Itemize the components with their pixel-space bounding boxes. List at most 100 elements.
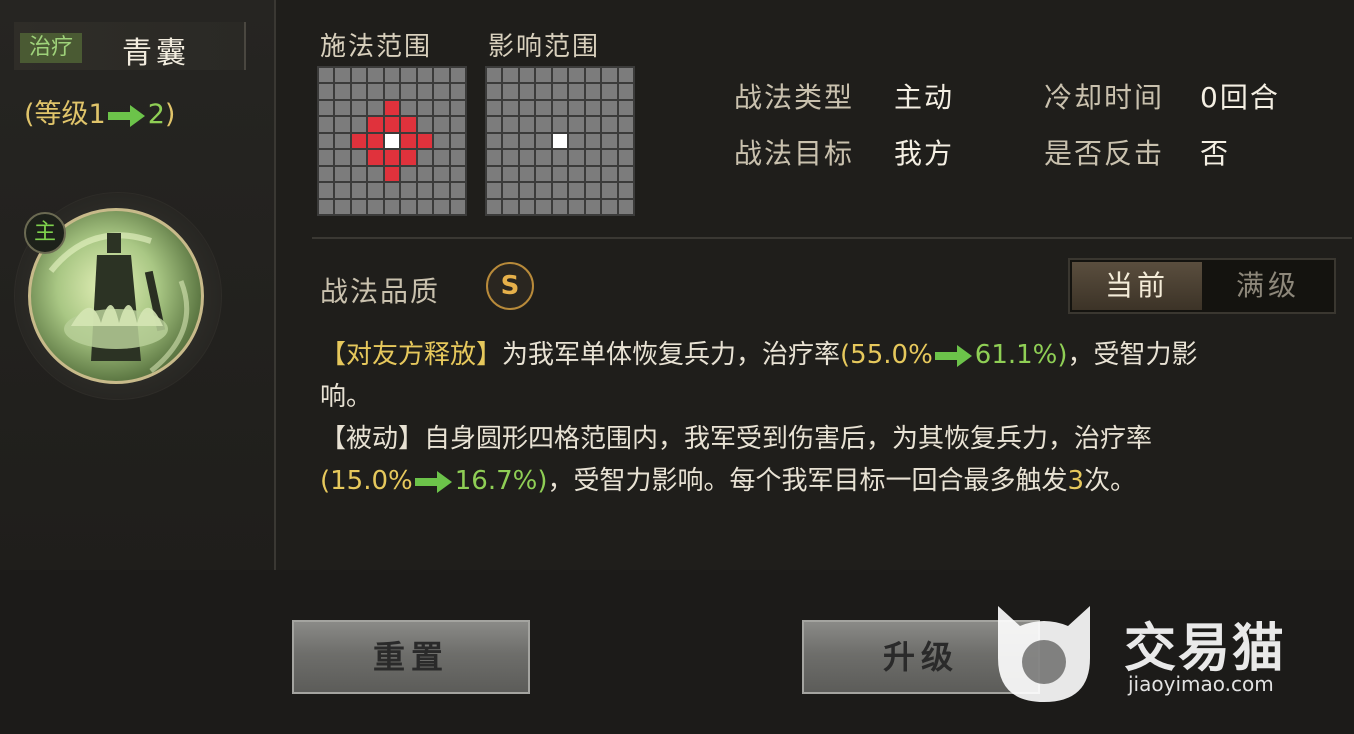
grid-cell (450, 133, 465, 149)
cooldown-value: 0回合 (1200, 81, 1280, 114)
desc-rate-to: 16.7%) (454, 466, 548, 496)
grid-cell (384, 183, 400, 198)
grid-cell (519, 133, 535, 149)
grid-cell (503, 84, 518, 99)
grid-cell (602, 166, 617, 182)
grid-cell (368, 133, 383, 149)
grid-cell (351, 117, 367, 132)
grid-cell (319, 133, 334, 149)
grid-cell (401, 150, 416, 165)
grid-cell (319, 68, 334, 83)
cast-range-grid (317, 66, 467, 216)
grid-cell (319, 166, 334, 182)
grid-cell (384, 84, 400, 99)
desc-rate-from: (55.0% (840, 340, 933, 370)
grid-cell (335, 117, 350, 132)
target-label: 战法目标 (734, 137, 855, 170)
grid-cell (384, 117, 400, 132)
grid-cell (552, 166, 568, 182)
tab-max-level[interactable]: 满级 (1204, 262, 1332, 310)
grid-cell (384, 150, 400, 165)
grid-cell (417, 68, 433, 83)
grid-cell (519, 199, 535, 214)
desc-tag-ally: 【对友方释放】 (320, 340, 503, 370)
grid-cell (335, 68, 350, 83)
grid-cell (434, 166, 449, 182)
desc-rate-from: (15.0% (320, 466, 413, 496)
grid-cell (569, 133, 584, 149)
grid-cell (450, 117, 465, 132)
grid-cell (487, 84, 502, 99)
target-value: 我方 (894, 137, 955, 170)
grid-cell (368, 166, 383, 182)
grid-cell (319, 117, 334, 132)
grid-cell (536, 100, 551, 116)
grid-cell (417, 166, 433, 182)
desc-text: 次。 (1084, 466, 1137, 496)
quality-label: 战法品质 (320, 275, 441, 308)
counter-value: 否 (1200, 137, 1231, 170)
grid-cell (602, 183, 617, 198)
grid-cell (487, 183, 502, 198)
grid-cell (569, 100, 584, 116)
grid-cell (503, 68, 518, 83)
grid-cell (552, 84, 568, 99)
reset-button[interactable]: 重置 (292, 620, 530, 694)
grid-cell (503, 199, 518, 214)
grid-cell (450, 84, 465, 99)
grid-cell (450, 150, 465, 165)
tab-current[interactable]: 当前 (1072, 262, 1202, 310)
grid-cell (618, 68, 633, 83)
grid-cell (618, 166, 633, 182)
grid-cell (503, 150, 518, 165)
grid-cell (602, 84, 617, 99)
grid-cell (368, 68, 383, 83)
grid-cell (368, 100, 383, 116)
grid-cell (519, 68, 535, 83)
grid-cell (434, 84, 449, 99)
grid-cell (487, 68, 502, 83)
grid-cell (503, 133, 518, 149)
grid-cell (351, 183, 367, 198)
desc-text: 【被动】自身圆形四格范围内，我军受到伤害后，为其恢复兵力，治疗率 (320, 424, 1153, 454)
grid-cell (434, 183, 449, 198)
grid-cell (368, 117, 383, 132)
role-badge: 主 (24, 212, 66, 254)
skill-name: 青囊 (122, 36, 190, 71)
grid-cell (335, 150, 350, 165)
grid-cell (536, 166, 551, 182)
watermark-brand: 交易猫 (1124, 619, 1287, 679)
grid-cell (585, 84, 601, 99)
grid-cell (434, 117, 449, 132)
grid-cell (487, 133, 502, 149)
grid-cell (552, 150, 568, 165)
grid-cell (552, 183, 568, 198)
grid-cell (618, 117, 633, 132)
cat-logo-icon (998, 606, 1090, 702)
grid-cell (585, 133, 601, 149)
grid-cell (351, 199, 367, 214)
grid-cell (351, 150, 367, 165)
grid-cell (351, 166, 367, 182)
grid-cell (450, 68, 465, 83)
grid-cell (519, 166, 535, 182)
desc-rate-to: 61.1%) (974, 340, 1068, 370)
grid-cell (335, 100, 350, 116)
grid-cell (618, 84, 633, 99)
watermark-url: jiaoyimao.com (1128, 672, 1274, 696)
grid-cell (417, 150, 433, 165)
grid-cell (401, 117, 416, 132)
grid-cell (552, 68, 568, 83)
grid-cell (552, 199, 568, 214)
grid-cell (602, 100, 617, 116)
grid-cell (519, 117, 535, 132)
grid-cell (519, 150, 535, 165)
grid-cell (384, 68, 400, 83)
grid-cell (450, 166, 465, 182)
grid-cell (401, 133, 416, 149)
grid-cell (519, 100, 535, 116)
grid-cell (552, 117, 568, 132)
grid-cell (319, 84, 334, 99)
grid-cell (319, 199, 334, 214)
desc-text: 响。 (320, 382, 373, 412)
